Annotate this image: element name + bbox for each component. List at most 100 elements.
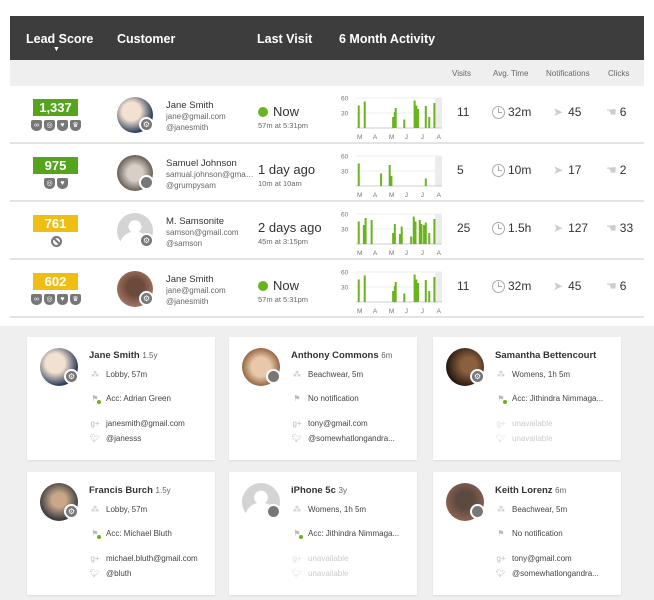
y-tick-label: 60 — [341, 96, 349, 103]
target-badge-icon: ◎ — [44, 178, 55, 189]
avg-time: 1.5h — [492, 221, 531, 235]
apple-icon — [266, 504, 281, 519]
achievement-badges: ∞ ◎ ♥ ♛ — [28, 120, 84, 131]
month-label: M — [389, 134, 394, 141]
notification-text: Acc: Jithindra Nimmaga... — [512, 394, 604, 403]
achievement-badges: ◎ ♥ — [28, 178, 84, 189]
clock-icon — [492, 105, 505, 119]
twitter-text: @somewhatlongandra... — [512, 569, 599, 578]
col-avg-time[interactable]: Avg. Time — [493, 69, 528, 78]
last-visit: 1 day ago — [258, 162, 315, 177]
customer-card[interactable]: Anthony Commons 6m ⁂ Beachwear, 5m ⚑ No no… — [229, 337, 417, 460]
card-twitter[interactable]: 🐦︎ @janesss — [89, 434, 141, 443]
card-name[interactable]: Francis Burch 1.5y — [89, 485, 171, 496]
customer-card[interactable]: ⚙ Samantha Bettencourt ⁂ Womens, 1h 5m ⚑ A… — [433, 337, 621, 460]
card-twitter[interactable]: 🐦︎ @somewhatlongandra... — [291, 434, 395, 443]
col-lead-score[interactable]: Lead Score — [26, 32, 93, 46]
google-plus-icon: g+ — [496, 419, 506, 428]
achievement-badges — [28, 236, 84, 247]
table-row[interactable]: 975 ◎ ♥ Samuel Johnson samual.johnson@gma… — [10, 144, 644, 202]
lead-score-badge: 1,337 — [33, 99, 78, 116]
clicks-value: 2 — [619, 163, 627, 177]
month-label: J — [421, 250, 424, 257]
activity-bar — [394, 282, 397, 302]
card-name[interactable]: Samantha Bettencourt — [495, 350, 596, 361]
notified-dot — [299, 535, 303, 539]
notification-text: No notification — [308, 394, 359, 403]
sort-desc-icon[interactable]: ▼ — [53, 46, 60, 53]
customer-handle: @janesmith — [166, 123, 209, 132]
customer-name[interactable]: Jane Smith — [166, 274, 214, 285]
col-activity[interactable]: 6 Month Activity — [339, 32, 435, 46]
month-label: A — [437, 308, 442, 315]
col-notifications[interactable]: Notifications — [546, 69, 590, 78]
location-text: Beachwear, 5m — [512, 505, 568, 514]
card-name[interactable]: iPhone 5c 3y — [291, 485, 347, 496]
card-location: ⁂ Womens, 1h 5m — [495, 370, 570, 379]
google-plus-icon: g+ — [496, 554, 506, 563]
customer-name[interactable]: Jane Smith — [166, 100, 214, 111]
card-twitter[interactable]: 🐦︎ @somewhatlongandra... — [495, 569, 599, 578]
location-text: Lobby, 57m — [106, 370, 148, 379]
avg-time: 32m — [492, 279, 531, 293]
activity-bar — [362, 225, 365, 244]
y-tick-label: 30 — [341, 285, 349, 292]
customer-card[interactable]: ⚙ Jane Smith 1.5y ⁂ Lobby, 57m ⚑ Acc: Adri… — [27, 337, 215, 460]
month-label: A — [373, 134, 378, 141]
card-name[interactable]: Anthony Commons 6m — [291, 350, 392, 361]
activity-chart: 60 30 M A M J J A — [341, 212, 442, 257]
card-email[interactable]: g+ tony@gmail.com — [291, 419, 367, 428]
customer-card[interactable]: iPhone 5c 3y ⁂ Womens, 1h 5m ⚑ Acc: Jithin… — [229, 472, 417, 595]
card-email[interactable]: g+ michael.bluth@gmail.com — [89, 554, 197, 563]
activity-bar — [400, 226, 403, 244]
table-row[interactable]: 1,337 ∞ ◎ ♥ ♛ ⚙ Jane Smith jane@gmail.com @… — [10, 86, 644, 144]
col-last-visit[interactable]: Last Visit — [257, 32, 312, 46]
customer-card[interactable]: Keith Lorenz 6m ⁂ Beachwear, 5m ⚑ No notif… — [433, 472, 621, 595]
location-icon: ⁂ — [91, 370, 99, 379]
flag-icon: ⚑ — [291, 529, 303, 539]
android-icon: ⚙ — [470, 369, 485, 384]
card-name[interactable]: Jane Smith 1.5y — [89, 350, 157, 361]
card-email[interactable]: g+ tony@gmail.com — [495, 554, 572, 563]
email-text: tony@gmail.com — [512, 554, 572, 563]
month-label: M — [389, 192, 394, 199]
activity-bar — [357, 221, 360, 244]
y-tick-label: 30 — [341, 169, 349, 176]
activity-bar — [433, 277, 436, 302]
card-email: g+ unavailable — [291, 554, 348, 563]
table-row[interactable]: 761 ⚙ M. Samsonite samson@gmail.com @sam… — [10, 202, 644, 260]
card-location: ⁂ Lobby, 57m — [89, 505, 147, 514]
activity-bar — [433, 219, 436, 244]
activity-bar — [414, 221, 417, 244]
avg-time-value: 32m — [508, 279, 532, 293]
activity-bar — [363, 101, 366, 128]
card-name-text: Jane Smith — [89, 350, 140, 361]
card-email[interactable]: g+ janesmith@gmail.com — [89, 419, 184, 428]
col-clicks[interactable]: Clicks — [608, 69, 629, 78]
month-label: M — [357, 250, 362, 257]
customer-card[interactable]: ⚙ Francis Burch 1.5y ⁂ Lobby, 57m ⚑ Acc: M… — [27, 472, 215, 595]
last-visit-detail: 10m at 10am — [258, 179, 302, 188]
col-customer[interactable]: Customer — [117, 32, 175, 46]
customer-name[interactable]: Samuel Johnson — [166, 158, 237, 169]
activity-bar — [428, 117, 431, 128]
activity-bar — [420, 224, 423, 244]
table-row[interactable]: 602 ∞ ◎ ♥ ♛ ⚙ Jane Smith jane@gmail.com @ja… — [10, 260, 644, 318]
android-icon: ⚙ — [139, 117, 154, 132]
card-location: ⁂ Womens, 1h 5m — [291, 505, 366, 514]
card-name[interactable]: Keith Lorenz 6m — [495, 485, 566, 496]
customer-cards-panel: ⚙ Jane Smith 1.5y ⁂ Lobby, 57m ⚑ Acc: Adri… — [0, 326, 654, 600]
notification-text: Acc: Jithindra Nimmaga... — [308, 529, 400, 538]
last-visit: Now — [258, 104, 299, 119]
clicks-count: ☚ 33 — [606, 221, 633, 235]
card-twitter[interactable]: 🐦︎ @bluth — [89, 569, 132, 578]
twitter-text: @somewhatlongandra... — [308, 434, 395, 443]
twitter-icon: 🐦︎ — [495, 434, 507, 443]
clock-icon — [492, 163, 505, 177]
customer-name[interactable]: M. Samsonite — [166, 216, 224, 227]
col-visits[interactable]: Visits — [452, 69, 471, 78]
table-subheader: Visits Avg. Time Notifications Clicks — [10, 60, 644, 86]
card-location: ⁂ Beachwear, 5m — [495, 505, 567, 514]
last-visit-text: 1 day ago — [258, 162, 316, 177]
last-visit: Now — [258, 278, 299, 293]
